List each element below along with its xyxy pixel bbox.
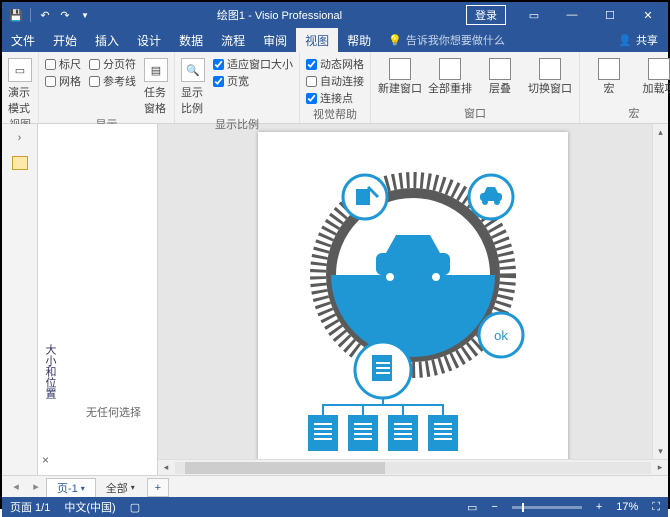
tab-review[interactable]: 审阅 xyxy=(254,28,296,52)
auto-connect-checkbox[interactable]: 自动连接 xyxy=(306,73,364,89)
window-title: 绘图1 - Visio Professional xyxy=(93,7,466,23)
undo-icon[interactable]: ↶ xyxy=(37,7,53,23)
zoom-in-icon[interactable]: + xyxy=(596,501,602,513)
zoom-icon: 🔍 xyxy=(181,58,205,82)
presentation-icon: ▭ xyxy=(8,58,32,82)
work-area: › 大小和位置 无任何选择 × xyxy=(2,124,668,475)
close-icon[interactable]: ✕ xyxy=(630,3,666,27)
presentation-mode-button[interactable]: ▭ 演示模式 xyxy=(8,54,32,116)
no-selection-label: 无任何选择 xyxy=(86,404,141,420)
shape-thumb-icon[interactable] xyxy=(12,156,28,170)
tab-nav-prev-icon[interactable]: ◂ xyxy=(6,476,26,497)
pane-title: 大小和位置 xyxy=(42,344,58,399)
fit-page-icon[interactable]: ⛶ xyxy=(652,501,660,514)
tab-view[interactable]: 视图 xyxy=(296,28,338,52)
grid-checkbox[interactable]: 网格 xyxy=(45,73,81,89)
page-tab-bar: ◂ ▸ 页-1▾ 全部▾ + xyxy=(2,475,668,497)
record-macro-icon[interactable]: ▢ xyxy=(130,501,140,514)
group-macros-label: 宏 xyxy=(586,105,670,123)
ribbon-tabs: 文件 开始 插入 设计 数据 流程 审阅 视图 帮助 💡 告诉我你想要做什么 👤… xyxy=(2,28,668,52)
tell-me-search[interactable]: 💡 告诉我你想要做什么 xyxy=(380,28,513,52)
drawing-page[interactable]: ok xyxy=(258,132,568,459)
qat-dropdown-icon[interactable]: ▼ xyxy=(77,7,93,23)
expand-shapes-icon[interactable]: › xyxy=(18,132,22,144)
macros-button[interactable]: 宏 xyxy=(586,58,632,96)
chevron-down-icon: ▾ xyxy=(81,484,85,493)
zoom-out-icon[interactable]: − xyxy=(491,501,497,513)
tab-nav-next-icon[interactable]: ▸ xyxy=(26,476,46,497)
fit-window-button[interactable]: 适应窗口大小 xyxy=(213,56,293,72)
scroll-thumb[interactable] xyxy=(185,462,385,474)
tab-data[interactable]: 数据 xyxy=(170,28,212,52)
page-tab-1[interactable]: 页-1▾ xyxy=(46,478,96,497)
page-count[interactable]: 页面 1/1 xyxy=(10,499,50,515)
ribbon: ▭ 演示模式 视图 标尺 网格 分页符 参考线 ▤ 任务窗格 显示 🔍 xyxy=(2,52,668,124)
ok-badge: ok xyxy=(494,328,508,343)
cascade-icon xyxy=(489,58,511,80)
tab-process[interactable]: 流程 xyxy=(212,28,254,52)
save-icon[interactable]: 💾 xyxy=(8,7,24,23)
minimize-icon[interactable]: — xyxy=(554,3,590,27)
tab-file[interactable]: 文件 xyxy=(2,28,44,52)
addons-button[interactable]: 加载项 xyxy=(636,58,670,96)
lightbulb-icon: 💡 xyxy=(388,34,402,47)
page-width-button[interactable]: 页宽 xyxy=(213,73,293,89)
tab-home[interactable]: 开始 xyxy=(44,28,86,52)
title-bar: 💾 ↶ ↷ ▼ 绘图1 - Visio Professional 登录 ▭ — … xyxy=(2,2,668,28)
task-panes-button[interactable]: ▤ 任务窗格 xyxy=(144,54,168,116)
cascade-button[interactable]: 层叠 xyxy=(477,58,523,96)
macros-icon xyxy=(598,58,620,80)
scroll-right-icon[interactable]: ▸ xyxy=(652,462,668,473)
size-position-pane: 大小和位置 无任何选择 × xyxy=(38,124,158,475)
switch-windows-button[interactable]: 切换窗口 xyxy=(527,58,573,96)
arrange-all-button[interactable]: 全部重排 xyxy=(427,58,473,96)
add-page-button[interactable]: + xyxy=(147,478,169,497)
tab-help[interactable]: 帮助 xyxy=(338,28,380,52)
login-button[interactable]: 登录 xyxy=(466,5,506,25)
chevron-down-icon: ▾ xyxy=(131,483,135,492)
group-visual-label: 视觉帮助 xyxy=(306,106,364,124)
pane-close-icon[interactable]: × xyxy=(42,453,49,467)
ruler-checkbox[interactable]: 标尺 xyxy=(45,56,81,72)
switch-windows-icon xyxy=(539,58,561,80)
tab-insert[interactable]: 插入 xyxy=(86,28,128,52)
new-window-icon xyxy=(389,58,411,80)
show-ratio-button[interactable]: 🔍 显示比例 xyxy=(181,54,205,116)
scroll-down-icon[interactable]: ▾ xyxy=(653,443,668,459)
arrange-all-icon xyxy=(439,58,461,80)
view-presentation-icon[interactable]: ▭ xyxy=(467,501,477,514)
horizontal-scrollbar[interactable]: ◂ ▸ xyxy=(158,459,668,475)
addons-icon xyxy=(648,58,670,80)
task-panes-icon: ▤ xyxy=(144,58,168,82)
status-bar: 页面 1/1 中文(中国) ▢ ▭ − + 17% ⛶ xyxy=(2,497,668,517)
page-breaks-checkbox[interactable]: 分页符 xyxy=(89,56,136,72)
zoom-level[interactable]: 17% xyxy=(616,501,638,513)
new-window-button[interactable]: 新建窗口 xyxy=(377,58,423,96)
share-button[interactable]: 👤 共享 xyxy=(608,28,668,52)
vertical-scrollbar[interactable]: ▴ ▾ xyxy=(652,124,668,459)
connection-points-checkbox[interactable]: 连接点 xyxy=(306,90,364,106)
drawing-canvas[interactable]: ok xyxy=(158,124,668,459)
page-tab-all[interactable]: 全部▾ xyxy=(96,478,145,497)
guides-checkbox[interactable]: 参考线 xyxy=(89,73,136,89)
redo-icon[interactable]: ↷ xyxy=(57,7,73,23)
zoom-slider[interactable] xyxy=(512,506,582,509)
group-window-label: 窗口 xyxy=(377,105,573,123)
scroll-left-icon[interactable]: ◂ xyxy=(158,462,174,473)
dynamic-grid-checkbox[interactable]: 动态网格 xyxy=(306,56,364,72)
language-status[interactable]: 中文(中国) xyxy=(64,499,115,515)
maximize-icon[interactable]: ☐ xyxy=(592,3,628,27)
diagram-graphic: ok xyxy=(268,145,558,455)
ribbon-display-icon[interactable]: ▭ xyxy=(516,3,552,27)
scroll-up-icon[interactable]: ▴ xyxy=(653,124,668,140)
shapes-panel-collapsed[interactable]: › xyxy=(2,124,38,475)
share-icon: 👤 xyxy=(618,34,632,47)
tab-design[interactable]: 设计 xyxy=(128,28,170,52)
